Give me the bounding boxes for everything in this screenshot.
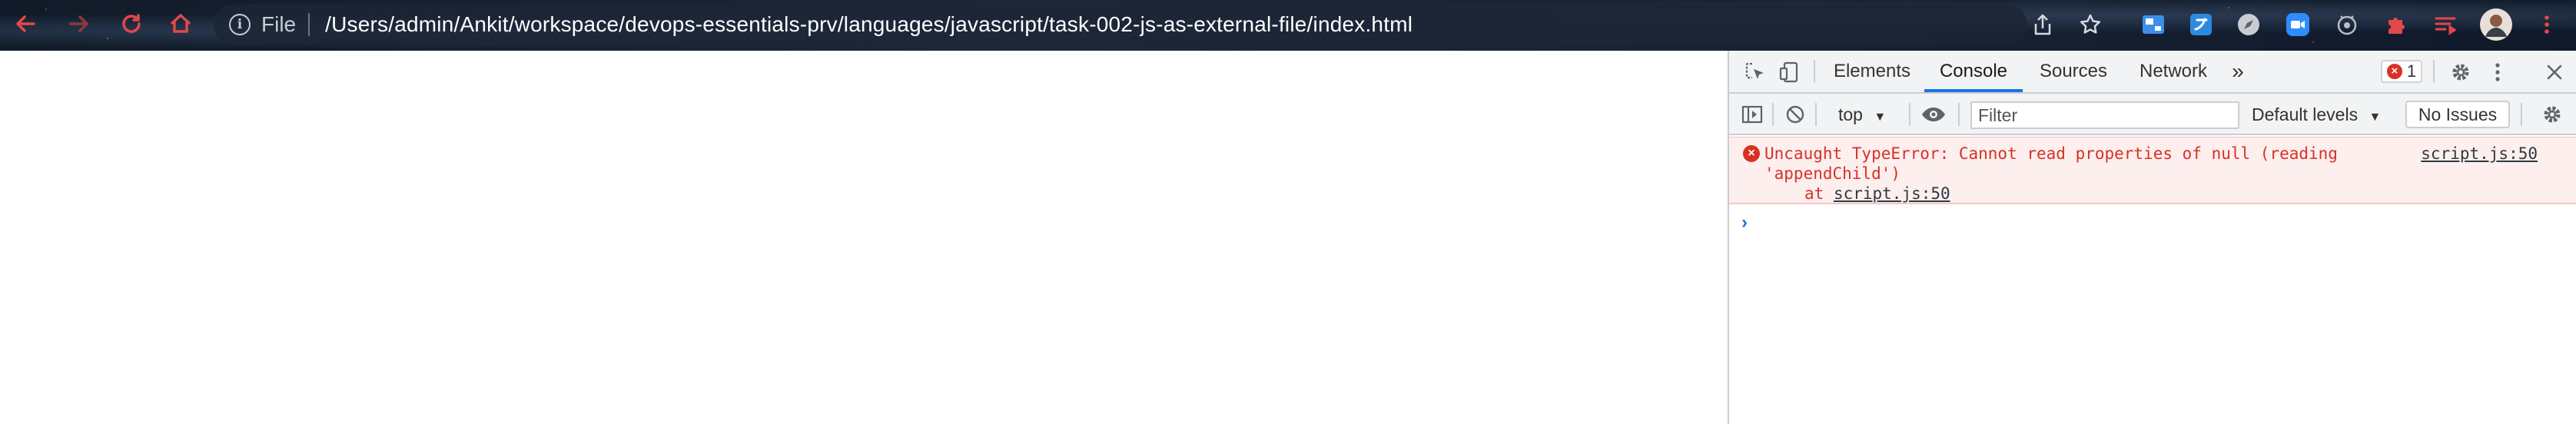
log-levels-dropdown[interactable]: Default levels ▼ xyxy=(2252,101,2381,128)
toolbar-divider xyxy=(1772,103,1774,126)
devtools-tabbar: Elements Console Sources Network » × 1 xyxy=(1729,51,2576,94)
tabbar-divider xyxy=(1814,60,1815,83)
clear-console-icon[interactable] xyxy=(1783,103,1808,126)
console-error-message: × Uncaught TypeError: Cannot read proper… xyxy=(1729,137,2576,204)
extension-compass-icon[interactable] xyxy=(2235,11,2262,38)
reading-list-icon[interactable] xyxy=(2432,11,2459,38)
console-settings-gear-icon[interactable] xyxy=(2539,103,2565,126)
error-text-line2: 'appendChild') xyxy=(1764,164,1901,183)
error-text: Uncaught TypeError: Cannot read properti… xyxy=(1764,144,2379,184)
error-count-badge[interactable]: × 1 xyxy=(2381,60,2422,83)
context-selector[interactable]: top ▼ xyxy=(1838,101,1886,128)
info-icon[interactable]: i xyxy=(229,14,251,35)
puzzle-extensions-icon[interactable] xyxy=(2382,11,2410,38)
more-tabs-button[interactable]: » xyxy=(2222,51,2253,92)
toolbar-divider xyxy=(1815,103,1817,126)
error-icon: × xyxy=(2386,64,2402,79)
browser-toolbar: i File /Users/admin/Ankit/workspace/devo… xyxy=(0,0,2576,51)
tab-sources[interactable]: Sources xyxy=(2027,51,2120,92)
kebab-menu-icon[interactable] xyxy=(2533,11,2561,38)
url-scheme-label: File xyxy=(261,12,297,36)
console-prompt-chevron-icon[interactable]: › xyxy=(1741,212,1748,234)
share-icon[interactable] xyxy=(2029,11,2056,38)
error-icon: × xyxy=(1743,145,1760,162)
live-expression-eye-icon[interactable] xyxy=(1918,103,1949,126)
issues-button[interactable]: No Issues xyxy=(2405,101,2510,128)
sidebar-toggle-icon[interactable] xyxy=(1740,103,1764,126)
error-stack: at script.js:50 xyxy=(1804,184,1950,204)
tab-elements[interactable]: Elements xyxy=(1824,51,1920,92)
error-count: 1 xyxy=(2406,61,2417,81)
zoom-video-icon[interactable] xyxy=(2284,11,2312,38)
stack-prefix: at xyxy=(1804,184,1834,203)
settings-gear-icon[interactable] xyxy=(2448,60,2473,84)
devtools-menu-icon[interactable] xyxy=(2488,60,2507,84)
context-value: top xyxy=(1838,104,1863,124)
devtools-panel: Elements Console Sources Network » × 1 t… xyxy=(1728,51,2576,424)
reload-icon[interactable] xyxy=(118,11,144,37)
chevron-down-icon: ▼ xyxy=(2369,111,2382,124)
home-icon[interactable] xyxy=(168,11,194,37)
extension-translate-icon[interactable] xyxy=(2187,11,2215,38)
device-toolbar-icon[interactable] xyxy=(1777,60,1801,84)
filter-input[interactable] xyxy=(1970,101,2239,129)
url-divider xyxy=(308,13,310,36)
tabbar-divider xyxy=(2433,60,2435,83)
close-icon[interactable] xyxy=(2542,60,2567,84)
back-arrow-icon[interactable] xyxy=(12,11,38,37)
toolbar-divider xyxy=(2521,103,2522,126)
log-levels-value: Default levels xyxy=(2252,104,2359,124)
error-text-line1: Uncaught TypeError: Cannot read properti… xyxy=(1764,144,2338,163)
inspect-element-icon[interactable] xyxy=(1743,60,1768,84)
toolbar-divider xyxy=(1909,103,1910,126)
page-viewport xyxy=(0,51,1728,424)
console-toolbar: top ▼ Default levels ▼ No Issues xyxy=(1729,94,2576,135)
tab-console[interactable]: Console xyxy=(1924,51,2023,92)
forward-arrow-icon[interactable] xyxy=(66,11,92,37)
url-text[interactable]: /Users/admin/Ankit/workspace/devops-esse… xyxy=(325,12,1412,37)
extension-blue-icon[interactable] xyxy=(2139,11,2167,38)
chevron-down-icon: ▼ xyxy=(1874,111,1887,124)
source-link[interactable]: script.js:50 xyxy=(2421,144,2538,164)
toolbar-divider xyxy=(1958,103,1960,126)
stack-location-link[interactable]: script.js:50 xyxy=(1834,184,1950,203)
profile-avatar[interactable] xyxy=(2479,8,2513,41)
tab-network[interactable]: Network xyxy=(2126,51,2221,92)
bookmark-star-icon[interactable] xyxy=(2076,11,2104,38)
extension-camera-icon[interactable] xyxy=(2333,11,2361,38)
address-bar[interactable]: i File /Users/admin/Ankit/workspace/devo… xyxy=(214,5,2027,45)
